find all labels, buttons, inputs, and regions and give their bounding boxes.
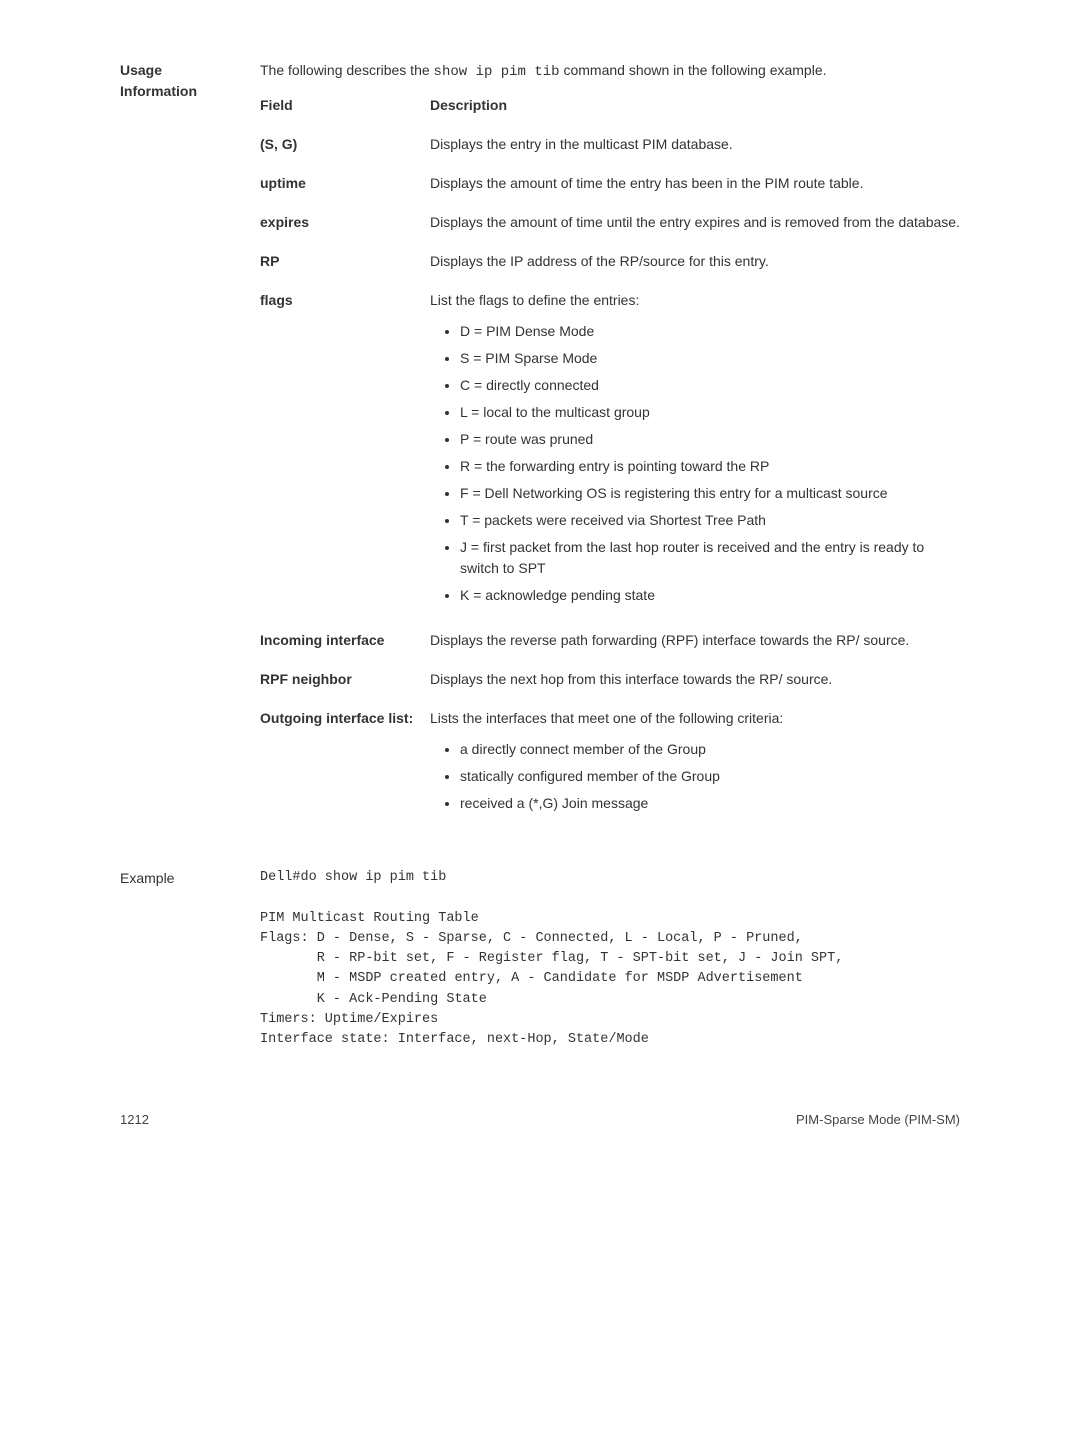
flags-list: D = PIM Dense Mode S = PIM Sparse Mode C… xyxy=(430,321,960,606)
field-row: RP Displays the IP address of the RP/sou… xyxy=(260,251,960,272)
rpf-desc: Displays the next hop from this interfac… xyxy=(430,669,960,690)
usage-label-line2: Information xyxy=(120,83,197,99)
outgoing-desc-block: Lists the interfaces that meet one of th… xyxy=(430,708,960,820)
field-name: RP xyxy=(260,251,430,272)
flags-intro: List the flags to define the entries: xyxy=(430,292,639,308)
footer-title: PIM-Sparse Mode (PIM-SM) xyxy=(796,1110,960,1130)
incoming-desc: Displays the reverse path forwarding (RP… xyxy=(430,630,960,651)
outgoing-label: Outgoing interface list: xyxy=(260,708,430,729)
example-section: Example Dell#do show ip pim tib PIM Mult… xyxy=(120,868,960,1050)
field-row: uptime Displays the amount of time the e… xyxy=(260,173,960,194)
intro-suffix: command shown in the following example. xyxy=(560,62,827,78)
intro-prefix: The following describes the xyxy=(260,62,434,78)
intro-code: show ip pim tib xyxy=(434,64,560,80)
flag-item: R = the forwarding entry is pointing tow… xyxy=(460,456,960,477)
field-row: expires Displays the amount of time unti… xyxy=(260,212,960,233)
field-desc: Displays the entry in the multicast PIM … xyxy=(430,134,960,155)
flags-row: flags List the flags to define the entri… xyxy=(260,290,960,612)
outgoing-intro: Lists the interfaces that meet one of th… xyxy=(430,710,783,726)
field-desc: Displays the amount of time until the en… xyxy=(430,212,960,233)
example-side-label: Example xyxy=(120,868,260,889)
field-row: (S, G) Displays the entry in the multica… xyxy=(260,134,960,155)
flag-item: C = directly connected xyxy=(460,375,960,396)
example-code-block: Dell#do show ip pim tib PIM Multicast Ro… xyxy=(260,868,960,1050)
flag-item: F = Dell Networking OS is registering th… xyxy=(460,483,960,504)
header-desc: Description xyxy=(430,95,960,116)
flag-item: J = first packet from the last hop route… xyxy=(460,537,960,579)
flags-desc-block: List the flags to define the entries: D … xyxy=(430,290,960,612)
outgoing-item: a directly connect member of the Group xyxy=(460,739,960,760)
flag-item: K = acknowledge pending state xyxy=(460,585,960,606)
flag-item: S = PIM Sparse Mode xyxy=(460,348,960,369)
field-desc: Displays the amount of time the entry ha… xyxy=(430,173,960,194)
flag-item: T = packets were received via Shortest T… xyxy=(460,510,960,531)
outgoing-row: Outgoing interface list: Lists the inter… xyxy=(260,708,960,820)
outgoing-item: statically configured member of the Grou… xyxy=(460,766,960,787)
incoming-label: Incoming interface xyxy=(260,630,430,651)
flags-label: flags xyxy=(260,290,430,311)
usage-side-label: Usage Information xyxy=(120,60,260,102)
rpf-row: RPF neighbor Displays the next hop from … xyxy=(260,669,960,690)
flag-item: L = local to the multicast group xyxy=(460,402,960,423)
incoming-row: Incoming interface Displays the reverse … xyxy=(260,630,960,651)
usage-main: The following describes the show ip pim … xyxy=(260,60,960,838)
outgoing-item: received a (*,G) Join message xyxy=(460,793,960,814)
field-desc: Displays the IP address of the RP/source… xyxy=(430,251,960,272)
flag-item: D = PIM Dense Mode xyxy=(460,321,960,342)
usage-information-section: Usage Information The following describe… xyxy=(120,60,960,838)
usage-label-line1: Usage xyxy=(120,62,162,78)
field-name: (S, G) xyxy=(260,134,430,155)
header-field: Field xyxy=(260,95,430,116)
usage-intro: The following describes the show ip pim … xyxy=(260,60,960,83)
page-number: 1212 xyxy=(120,1110,149,1130)
flag-item: P = route was pruned xyxy=(460,429,960,450)
field-table: Field Description (S, G) Displays the en… xyxy=(260,95,960,820)
field-name: uptime xyxy=(260,173,430,194)
field-name: expires xyxy=(260,212,430,233)
field-header-row: Field Description xyxy=(260,95,960,116)
outgoing-list: a directly connect member of the Group s… xyxy=(430,739,960,814)
rpf-label: RPF neighbor xyxy=(260,669,430,690)
page-footer: 1212 PIM-Sparse Mode (PIM-SM) xyxy=(120,1110,960,1130)
